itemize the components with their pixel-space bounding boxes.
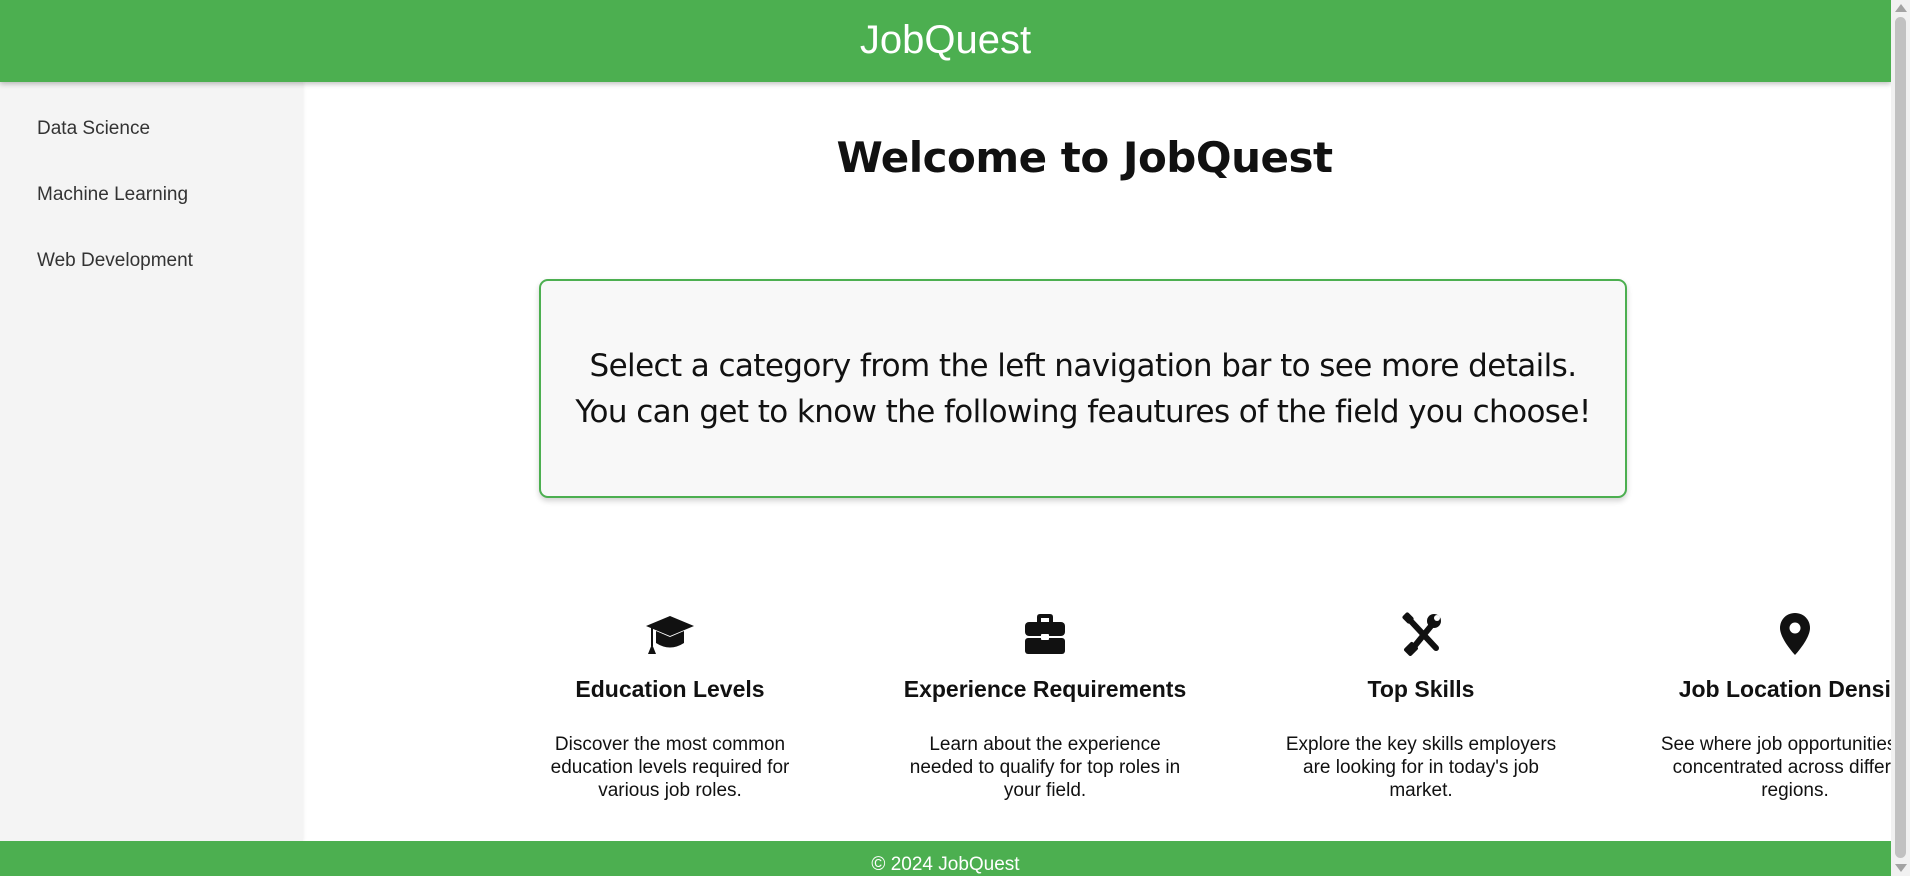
- scrollbar-thumb[interactable]: [1895, 17, 1906, 858]
- features-section: Education Levels Discover the most commo…: [303, 612, 1910, 812]
- graduation-cap-icon: [646, 616, 694, 654]
- scroll-up-arrow-icon[interactable]: [1895, 4, 1907, 12]
- feature-description: Discover the most common education level…: [550, 734, 790, 801]
- sidebar-item-web-development[interactable]: Web Development: [0, 250, 303, 316]
- tools-icon: [1402, 612, 1441, 656]
- page-title: Welcome to JobQuest: [836, 133, 1333, 182]
- info-box: Select a category from the left navigati…: [539, 279, 1627, 498]
- feature-title: Top Skills: [1367, 676, 1475, 702]
- sidebar-nav: Data Science Machine Learning Web Develo…: [0, 82, 303, 841]
- app-window: JobQuest Data Science Machine Learning W…: [0, 0, 1910, 876]
- sidebar-item-machine-learning[interactable]: Machine Learning: [0, 184, 303, 250]
- feature-description: Learn about the experience needed to qua…: [909, 734, 1181, 801]
- site-title: JobQuest: [859, 17, 1032, 62]
- feature-top-skills: Top Skills Explore the key skills employ…: [1271, 612, 1571, 802]
- info-text-line-1: Select a category from the left navigati…: [589, 347, 1578, 384]
- sidebar-item-data-science[interactable]: Data Science: [0, 118, 303, 184]
- map-pin-icon: [1780, 613, 1810, 655]
- feature-description: Explore the key skills employers are loo…: [1285, 734, 1557, 801]
- info-text-line-2: You can get to know the following feautu…: [575, 393, 1591, 430]
- main-content: Welcome to JobQuest Select a category fr…: [303, 82, 1910, 841]
- footer-text: © 2024 JobQuest: [871, 854, 1020, 875]
- feature-description: See where job opportunities are concentr…: [1660, 734, 1910, 801]
- sidebar-list: Data Science Machine Learning Web Develo…: [0, 82, 303, 316]
- feature-education-levels: Education Levels Discover the most commo…: [520, 612, 820, 802]
- vertical-scrollbar[interactable]: [1891, 0, 1910, 876]
- page-footer: © 2024 JobQuest: [0, 841, 1891, 876]
- feature-title: Experience Requirements: [903, 676, 1187, 702]
- feature-title: Education Levels: [575, 676, 765, 702]
- feature-title: Job Location Density: [1678, 676, 1910, 702]
- feature-job-location-density: Job Location Density See where job oppor…: [1645, 612, 1910, 802]
- briefcase-icon: [1025, 614, 1065, 654]
- top-header: JobQuest: [0, 0, 1891, 82]
- feature-experience-requirements: Experience Requirements Learn about the …: [895, 612, 1195, 802]
- scroll-down-arrow-icon[interactable]: [1895, 864, 1907, 872]
